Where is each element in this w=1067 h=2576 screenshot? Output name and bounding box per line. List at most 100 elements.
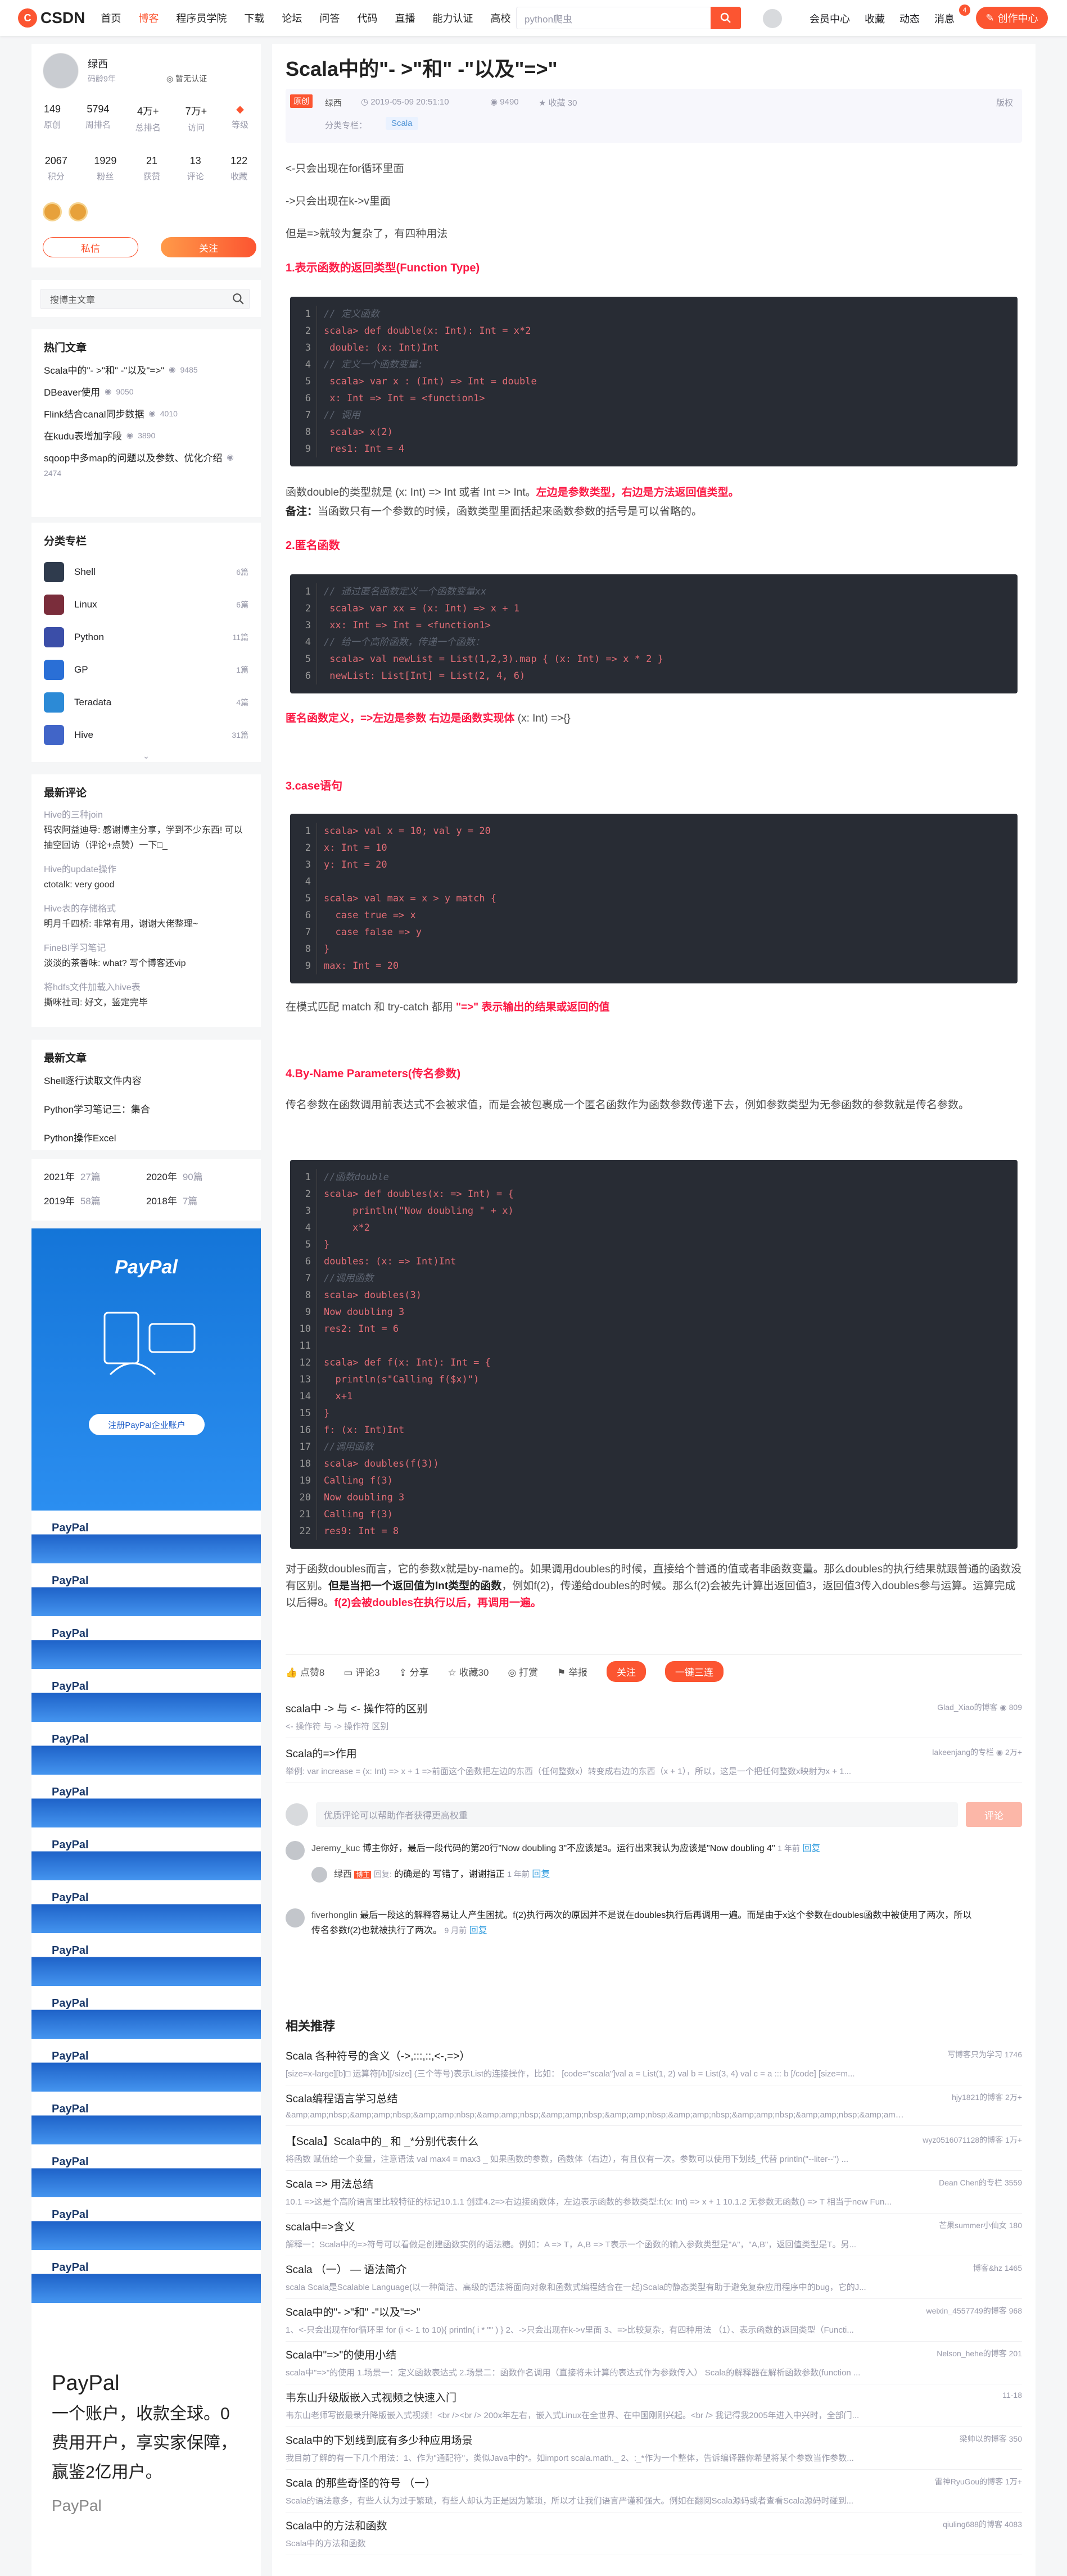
search-button[interactable] (711, 7, 741, 29)
blog-search-input[interactable]: 搜博主文章 (40, 289, 250, 309)
nav-forum[interactable]: 论坛 (282, 13, 302, 24)
stat-level[interactable]: ◆ 等级 (232, 103, 248, 133)
comment-article[interactable]: Hive的三种join (44, 808, 248, 823)
related-title[interactable]: scala中 -> 与 <- 操作符的区别 (286, 1700, 1022, 1716)
hot-article-item[interactable]: DBeaver使用 ◉ 9050 (44, 384, 248, 398)
hot-article-item[interactable]: 在kudu表增加字段 ◉ 3890 (44, 428, 248, 442)
archive-item[interactable]: 2021年 27篇 (44, 1169, 146, 1183)
article-author[interactable]: 绿西 (325, 97, 342, 108)
paypal-advertisement[interactable]: PayPal 注册PayPal企业账户 PayPal PayPal PayPal Pa… (31, 1228, 261, 2576)
comment-item[interactable]: Hive表的存储格式 明月千四桥: 非常有用，谢谢大佬整理~ (44, 901, 248, 932)
nav-college[interactable]: 程序员学院 (176, 13, 227, 24)
triple-action-button[interactable]: 一键三连 (665, 1661, 724, 1682)
author-name[interactable]: 绿西 (88, 56, 108, 71)
create-center-button[interactable]: ✎ 创作中心 (976, 7, 1048, 29)
favorites-link[interactable]: 收藏 (865, 11, 885, 26)
hot-article-item[interactable]: sqoop中多map的问题以及参数、优化介绍 ◉ 2474 (44, 450, 248, 478)
hot-article-title[interactable]: Scala中的"- >"和" -"以及"=>" (44, 362, 164, 377)
share-button[interactable]: ⇪ 分享 (399, 1665, 429, 1679)
recommendation-item[interactable]: Scala编程语言学习总结 &amp;amp;nbsp;&amp;amp;nbsp… (286, 2085, 1022, 2126)
recommendation-item[interactable]: 韦东山升级版嵌入式视频之快速入门 韦东山老师写嵌最录升降版嵌入式视频！<br />… (286, 2384, 1022, 2427)
hot-article-item[interactable]: Scala中的"- >"和" -"以及"=>" ◉ 9485 (44, 362, 248, 377)
commenter-name[interactable]: Jeremy_kuc (311, 1844, 360, 1853)
category-tag[interactable]: Scala (386, 117, 418, 130)
recommendation-title[interactable]: scala中=>含义 (286, 2219, 1022, 2234)
reply-button[interactable]: 回复 (469, 1926, 487, 1935)
author-avatar[interactable] (43, 53, 79, 89)
badge-icon[interactable] (69, 202, 88, 221)
category-item-python[interactable]: Python 11篇 (44, 621, 248, 654)
hot-article-title[interactable]: Flink结合canal同步数据 (44, 406, 144, 420)
comment-article[interactable]: Hive表的存储格式 (44, 901, 248, 917)
hot-article-item[interactable]: Flink结合canal同步数据 ◉ 4010 (44, 406, 248, 420)
recommendation-item[interactable]: Scala 各种符号的含义（->,:::,::,<-,=>） [size=x-la… (286, 2042, 1022, 2085)
csdn-logo[interactable]: C CSDN (18, 8, 85, 28)
recommendation-title[interactable]: Scala 各种符号的含义（->,:::,::,<-,=>） (286, 2048, 1022, 2063)
avatar[interactable] (286, 1841, 305, 1860)
comment-item[interactable]: FineBI学习笔记 淡淡的茶香味: what? 写个博客还vip (44, 941, 248, 971)
nav-download[interactable]: 下载 (244, 13, 264, 24)
newest-article-item[interactable]: Python学习笔记三：集合 (44, 1101, 248, 1115)
like-button[interactable]: 👍 点赞8 (286, 1665, 324, 1679)
related-article[interactable]: scala中 -> 与 <- 操作符的区别 <- 操作符 与 -> 操作符 区别 G… (286, 1695, 1022, 1738)
comment-article[interactable]: Hive的update操作 (44, 862, 248, 877)
nav-qa[interactable]: 问答 (319, 13, 340, 24)
avatar[interactable] (286, 1908, 305, 1928)
recommendation-title[interactable]: Scala 的那些奇怪的符号 （一） (286, 2475, 1022, 2490)
user-avatar[interactable] (762, 8, 783, 29)
recommendation-item[interactable]: Scala中的方法和函数 Scala中的方法和函数 qiuling688的博客 40… (286, 2512, 1022, 2555)
stat-points[interactable]: 2067 积分 (45, 155, 67, 182)
stat-total-rank[interactable]: 4万+ 总排名 (135, 103, 161, 133)
archive-item[interactable]: 2020年 90篇 (146, 1169, 248, 1183)
archive-item[interactable]: 2019年 58篇 (44, 1193, 146, 1207)
stat-likes[interactable]: 21 获赞 (143, 155, 160, 182)
report-button[interactable]: ⚑ 举报 (557, 1665, 587, 1679)
chevron-down-icon[interactable]: ⌄ (44, 751, 248, 761)
comment-item[interactable]: Hive的update操作 ctotalk: very good (44, 862, 248, 892)
hot-article-title[interactable]: DBeaver使用 (44, 384, 100, 398)
vip-center-link[interactable]: 会员中心 (810, 11, 850, 26)
nav-home[interactable]: 首页 (101, 13, 121, 24)
recommendation-title[interactable]: Scala中的方法和函数 (286, 2518, 1022, 2533)
recommendation-title[interactable]: Scala （一） — 语法简介 (286, 2261, 1022, 2276)
commenter-name[interactable]: fiverhonglin (311, 1911, 358, 1920)
related-article[interactable]: Scala的=>作用 举例: var increase = (x: Int) =>… (286, 1740, 1022, 1783)
recommendation-item[interactable]: Scala中"=>"的使用小结 scala中"=>"的使用 1.场景一：定义函数表… (286, 2341, 1022, 2384)
comment-button[interactable]: ▭ 评论3 (343, 1665, 379, 1679)
recommendation-item[interactable]: scala中=>含义 解释一：Scala中的=>符号可以看做是创建函数实例的语法糖… (286, 2213, 1022, 2256)
recommendation-title[interactable]: Scala中"=>"的使用小结 (286, 2347, 1022, 2362)
nav-blog[interactable]: 博客 (138, 13, 159, 24)
stat-fans[interactable]: 1929 粉丝 (94, 155, 116, 182)
hot-article-title[interactable]: 在kudu表增加字段 (44, 428, 122, 442)
recommendation-title[interactable]: 韦东山升级版嵌入式视频之快速入门 (286, 2389, 1022, 2405)
nav-school[interactable]: 高校 (490, 13, 510, 24)
reward-button[interactable]: ◎ 打赏 (508, 1665, 538, 1679)
search-icon[interactable] (232, 293, 245, 305)
favorite-button[interactable]: ☆ 收藏30 (448, 1665, 489, 1679)
newest-article-item[interactable]: Python操作Excel (44, 1130, 248, 1144)
related-title[interactable]: Scala的=>作用 (286, 1745, 1022, 1761)
nav-code[interactable]: 代码 (357, 13, 377, 24)
follow-button[interactable]: 关注 (607, 1661, 646, 1682)
stat-visits[interactable]: 7万+ 访问 (186, 103, 207, 133)
comment-item[interactable]: 将hdfs文件加载入hive表 撕咪社司: 好文，鉴定完毕 (44, 980, 248, 1010)
category-item-teradata[interactable]: Teradata 4篇 (44, 686, 248, 719)
activity-link[interactable]: 动态 (899, 11, 920, 26)
archive-item[interactable]: 2018年 7篇 (146, 1193, 248, 1207)
recommendation-item[interactable]: Scala中的下划线到底有多少种应用场景 我目前了解的有一下几个用法：1、作为"通… (286, 2427, 1022, 2470)
recommendation-title[interactable]: Scala编程语言学习总结 (286, 2090, 1022, 2106)
article-favorites[interactable]: ★ 收藏 30 (539, 97, 577, 108)
submit-comment-button[interactable]: 评论 (966, 1802, 1022, 1827)
comment-item[interactable]: Hive的三种join 码农阿益迪导: 感谢博主分享，学到不少东西! 可以抽空回访… (44, 808, 248, 853)
recommendation-title[interactable]: Scala中的"- >"和" -"以及"=>" (286, 2304, 1022, 2319)
recommendation-title[interactable]: 【Scala】Scala中的_ 和 _*分别代表什么 (286, 2133, 1022, 2148)
copyright-link[interactable]: 版权 (996, 97, 1013, 108)
newest-article-item[interactable]: Shell逐行读取文件内容 (44, 1073, 248, 1087)
messages-link[interactable]: 消息 (934, 11, 955, 26)
category-item-hive[interactable]: Hive 31篇 (44, 719, 248, 751)
recommendation-item[interactable]: Scala 的那些奇怪的符号 （一） Scala的语法意多，有些人认为过于繁琐，有… (286, 2469, 1022, 2512)
nav-cert[interactable]: 能力认证 (432, 13, 473, 24)
comment-input[interactable]: 优质评论可以帮助作者获得更高权重 (316, 1802, 958, 1827)
category-item-linux[interactable]: Linux 6篇 (44, 588, 248, 621)
nav-live[interactable]: 直播 (395, 13, 415, 24)
